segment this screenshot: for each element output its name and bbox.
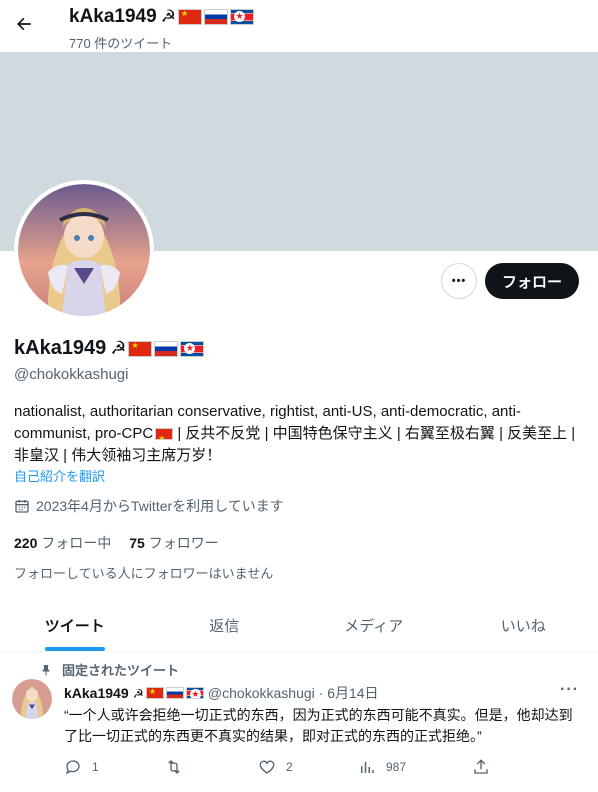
russia-flag-icon [154,340,179,357]
china-flag-icon [178,9,203,25]
tweet-text: “一个人或许会拒绝一切正式的东西，因为正式的东西可能不真实。但是，他却达到了比一… [64,707,573,744]
profile-name: kAka1949 ☭ [14,337,205,360]
profile-handle: @chokokkashugi [14,366,129,383]
more-options-button[interactable]: ••• [441,263,477,299]
reply-button[interactable]: 1 [64,758,99,776]
profile-bio: nationalist, authoritarian conservative,… [14,401,584,467]
retweet-icon [168,760,180,774]
pin-icon [42,664,50,675]
follow-stats: 220 フォロー中 75 フォロワー [14,533,219,553]
china-flag-icon [155,428,174,441]
tab-media[interactable]: メディア [299,600,449,651]
pinned-label: 固定されたツイート [40,660,179,679]
back-arrow-icon [17,17,31,31]
join-date: 2023年4月からTwitterを利用しています [14,496,284,516]
tab-replies[interactable]: 返信 [150,600,300,651]
tab-likes[interactable]: いいね [449,600,598,651]
profile-avatar[interactable] [14,180,154,320]
tweet-count: 770 件のツイート [69,36,173,51]
china-flag-icon [128,340,153,357]
followers-link[interactable]: 75 フォロワー [129,533,218,553]
north-korea-flag-icon [230,9,255,25]
avatar-image [12,679,52,719]
tweet-actions: 1 2 987 [64,758,594,778]
tweet-avatar[interactable] [12,679,52,719]
share-icon [474,759,488,774]
tweet-author-name[interactable]: kAka1949 [64,685,129,701]
views-icon [361,761,374,773]
following-link[interactable]: 220 フォロー中 [14,533,111,553]
russia-flag-icon [165,687,184,699]
tweet-header: kAka1949☭ @chokokkashugi · 6月14日 [64,683,379,703]
translate-bio-link[interactable]: 自己紹介を翻訳 [14,466,105,485]
tweet-more-button[interactable]: ··· [560,681,579,699]
profile-tabs: ツイート 返信 メディア いいね [0,600,598,652]
retweet-button[interactable] [164,758,194,776]
calendar-icon [15,500,29,513]
china-flag-icon [145,687,164,699]
tab-tweets[interactable]: ツイート [0,600,150,651]
avatar-image [18,184,150,316]
russia-flag-icon [204,9,229,25]
like-button[interactable]: 2 [258,758,293,776]
north-korea-flag-icon [180,340,205,357]
back-button[interactable] [12,12,36,36]
views-button[interactable]: 987 [358,758,406,776]
north-korea-flag-icon [185,687,204,699]
follow-button[interactable]: フォロー [485,263,579,299]
tweet-meta[interactable]: @chokokkashugi · 6月14日 [208,683,379,703]
share-button[interactable] [472,758,490,776]
header-name: kAka1949 ☭ [69,6,255,28]
mutual-followers-note: フォローしている人にフォロワーはいません [14,566,274,581]
reply-icon [65,760,80,775]
like-icon [259,760,275,774]
